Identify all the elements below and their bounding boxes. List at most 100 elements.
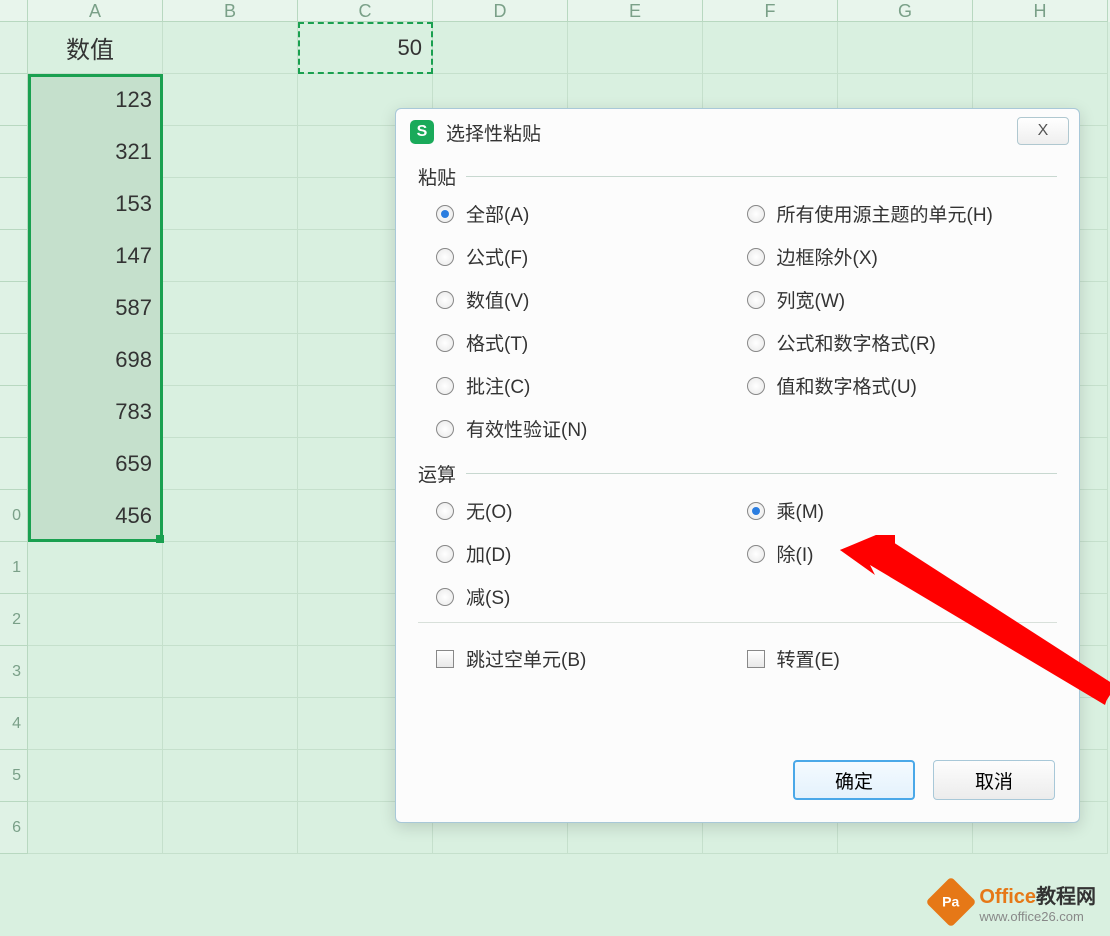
row-header[interactable] [0, 178, 28, 230]
close-button[interactable]: X [1017, 117, 1069, 145]
cell-a10[interactable]: 456 [28, 490, 163, 542]
radio-paste-all[interactable]: 全部(A) [436, 200, 747, 227]
radio-icon [436, 502, 454, 520]
radio-paste-formula-num-format[interactable]: 公式和数字格式(R) [747, 329, 1058, 356]
row-header[interactable]: 6 [0, 802, 28, 854]
cell[interactable] [28, 750, 163, 802]
row-header[interactable] [0, 282, 28, 334]
row-header[interactable] [0, 126, 28, 178]
col-header-b[interactable]: B [163, 0, 298, 22]
col-header-e[interactable]: E [568, 0, 703, 22]
col-header-f[interactable]: F [703, 0, 838, 22]
cell-a5[interactable]: 147 [28, 230, 163, 282]
cell-a9[interactable]: 659 [28, 438, 163, 490]
cell[interactable] [163, 230, 298, 282]
cell[interactable] [163, 698, 298, 750]
cell[interactable] [163, 386, 298, 438]
cell[interactable] [973, 22, 1108, 74]
col-header-h[interactable]: H [973, 0, 1108, 22]
radio-icon [436, 588, 454, 606]
cell-a2[interactable]: 123 [28, 74, 163, 126]
row-header[interactable]: 4 [0, 698, 28, 750]
row-headers: 0 1 2 3 4 5 6 [0, 22, 28, 854]
watermark: Pa Office教程网 www.office26.com [933, 880, 1096, 924]
cell[interactable] [163, 594, 298, 646]
cell[interactable] [163, 802, 298, 854]
cell[interactable] [703, 22, 838, 74]
cell[interactable] [163, 490, 298, 542]
cell[interactable] [163, 74, 298, 126]
radio-paste-formulas[interactable]: 公式(F) [436, 243, 747, 270]
radio-op-none[interactable]: 无(O) [436, 497, 747, 524]
cell[interactable] [163, 22, 298, 74]
cell[interactable] [28, 542, 163, 594]
checkbox-icon [747, 650, 765, 668]
cell[interactable] [568, 22, 703, 74]
col-header-c[interactable]: C [298, 0, 433, 22]
radio-op-add[interactable]: 加(D) [436, 540, 747, 567]
radio-icon [436, 248, 454, 266]
radio-op-divide[interactable]: 除(I) [747, 540, 1058, 567]
radio-paste-value-num-format[interactable]: 值和数字格式(U) [747, 372, 1058, 399]
row-header[interactable]: 1 [0, 542, 28, 594]
radio-paste-source-theme[interactable]: 所有使用源主题的单元(H) [747, 200, 1058, 227]
radio-paste-formats[interactable]: 格式(T) [436, 329, 747, 356]
radio-op-multiply[interactable]: 乘(M) [747, 497, 1058, 524]
radio-icon [436, 205, 454, 223]
ok-button[interactable]: 确定 [793, 760, 915, 800]
radio-icon [747, 502, 765, 520]
radio-paste-comments[interactable]: 批注(C) [436, 372, 747, 399]
radio-paste-values[interactable]: 数值(V) [436, 286, 747, 313]
radio-paste-validation[interactable]: 有效性验证(N) [436, 415, 747, 442]
row-header[interactable]: 5 [0, 750, 28, 802]
cell-a7[interactable]: 698 [28, 334, 163, 386]
cell[interactable] [163, 750, 298, 802]
cell[interactable] [163, 646, 298, 698]
radio-icon [747, 291, 765, 309]
row-header[interactable] [0, 438, 28, 490]
cell[interactable] [163, 178, 298, 230]
cell-a3[interactable]: 321 [28, 126, 163, 178]
cell[interactable] [28, 646, 163, 698]
col-header-a[interactable]: A [28, 0, 163, 22]
checkbox-icon [436, 650, 454, 668]
cell-a4[interactable]: 153 [28, 178, 163, 230]
row-header[interactable] [0, 230, 28, 282]
cell[interactable] [838, 22, 973, 74]
radio-icon [436, 545, 454, 563]
cell[interactable] [28, 802, 163, 854]
dialog-titlebar[interactable]: S 选择性粘贴 X [396, 109, 1079, 155]
cell[interactable] [163, 334, 298, 386]
cell[interactable] [433, 22, 568, 74]
radio-paste-no-border[interactable]: 边框除外(X) [747, 243, 1058, 270]
radio-op-subtract[interactable]: 减(S) [436, 583, 747, 610]
row-header[interactable] [0, 22, 28, 74]
watermark-logo-icon: Pa [926, 877, 977, 928]
cell[interactable] [163, 126, 298, 178]
radio-icon [436, 334, 454, 352]
checkbox-transpose[interactable]: 转置(E) [747, 645, 1058, 672]
radio-paste-col-width[interactable]: 列宽(W) [747, 286, 1058, 313]
row-header[interactable] [0, 334, 28, 386]
cell[interactable] [28, 594, 163, 646]
checkbox-skip-blanks[interactable]: 跳过空单元(B) [436, 645, 747, 672]
radio-icon [436, 420, 454, 438]
col-header-d[interactable]: D [433, 0, 568, 22]
cancel-button[interactable]: 取消 [933, 760, 1055, 800]
cell[interactable] [163, 542, 298, 594]
row-header[interactable]: 3 [0, 646, 28, 698]
row-header[interactable] [0, 74, 28, 126]
cell-a6[interactable]: 587 [28, 282, 163, 334]
cell[interactable] [163, 438, 298, 490]
row-header[interactable]: 0 [0, 490, 28, 542]
cell-c1[interactable]: 50 [298, 22, 433, 74]
cell[interactable] [28, 698, 163, 750]
cell[interactable] [163, 282, 298, 334]
row-header[interactable] [0, 386, 28, 438]
cell-a1[interactable]: 数值 [28, 22, 163, 74]
cell-a8[interactable]: 783 [28, 386, 163, 438]
col-header-g[interactable]: G [838, 0, 973, 22]
wps-app-icon: S [410, 120, 434, 144]
row-header[interactable]: 2 [0, 594, 28, 646]
radio-icon [747, 334, 765, 352]
